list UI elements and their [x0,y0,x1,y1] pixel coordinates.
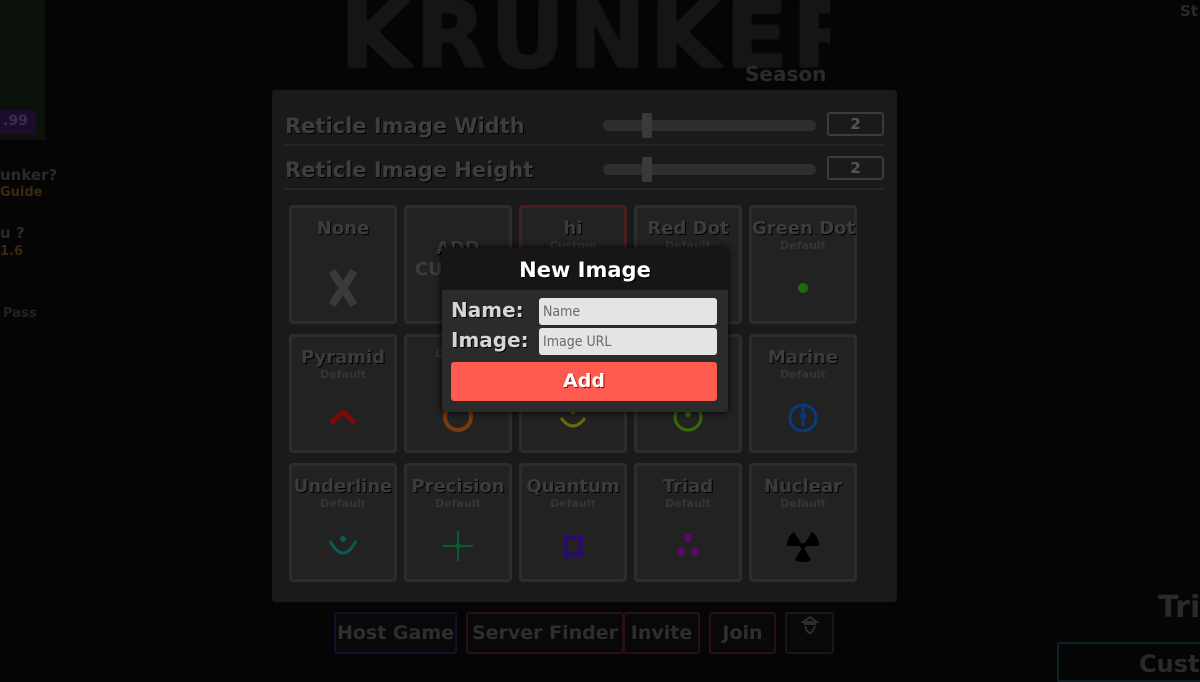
reticle-name: Triad [662,476,714,497]
season-label: Season [745,62,827,86]
x-icon [292,268,394,308]
promo-price[interactable]: .99 [0,110,36,134]
reticle-tile[interactable]: Underline Default [289,463,397,582]
reticle-name: None [316,218,370,239]
police-hat-icon[interactable] [785,612,834,654]
reticle-name: Underline [293,476,393,497]
triad-icon [637,526,739,566]
reticle-tile[interactable]: Pyramid Default [289,334,397,453]
reticle-tile[interactable]: Nuclear Default [749,463,857,582]
right-heading: Tri [1158,590,1200,625]
new-image-dialog: New Image Name: Image: Add [442,248,728,412]
dot-icon [752,268,854,308]
reticle-name: Pyramid [300,347,386,368]
reticle-type: Default [320,368,366,381]
width-setting-row: Reticle Image Width 2 [285,106,884,146]
reticle-tile[interactable]: Quantum Default [519,463,627,582]
dialog-title: New Image [442,248,728,290]
reticle-type: Default [780,239,826,252]
image-label: Image: [451,328,529,352]
underline-icon [292,526,394,566]
pass-link[interactable]: Pass [3,306,36,321]
reticle-tile[interactable]: Precision Default [404,463,512,582]
reticle-name: Green Dot [752,218,856,239]
reticle-tile[interactable]: Marine Default [749,334,857,453]
height-label: Reticle Image Height [285,158,534,182]
reticle-type: Default [550,497,596,510]
right-top-label: St [1180,2,1198,20]
reticle-name: Red Dot [647,218,729,239]
reticle-name: hi [563,218,583,239]
height-setting-row: Reticle Image Height 2 [285,150,884,190]
join-button[interactable]: Join [709,612,776,654]
reticle-type: Default [665,497,711,510]
width-label: Reticle Image Width [285,114,525,138]
reticle-tile[interactable]: None [289,205,397,324]
width-value-input[interactable]: 2 [827,112,884,136]
crosshair-icon [407,526,509,566]
image-url-input[interactable] [539,328,717,355]
add-button[interactable]: Add [451,362,717,401]
height-slider-thumb[interactable] [642,157,652,182]
server-finder-button[interactable]: Server Finder [466,612,624,654]
guide-link[interactable]: Guide [0,185,43,200]
name-input[interactable] [539,298,717,325]
radiation-icon [752,526,854,566]
height-slider[interactable] [603,157,816,182]
reticle-tile[interactable]: Triad Default [634,463,742,582]
height-value-input[interactable]: 2 [827,156,884,180]
question-1: unker? [0,166,58,184]
question-2: u ? [0,224,25,242]
reticle-name: Marine [767,347,839,368]
reticle-type: Default [320,497,366,510]
reticle-type: Default [435,497,481,510]
invite-button[interactable]: Invite [623,612,700,654]
reticle-name: Precision [411,476,505,497]
name-label: Name: [451,298,524,322]
square-icon [522,526,624,566]
chevron-up-icon [292,397,394,437]
reticle-type: Default [780,368,826,381]
width-slider[interactable] [603,113,816,138]
width-slider-thumb[interactable] [642,113,652,138]
marine-icon [752,397,854,437]
reticle-name: Quantum [526,476,620,497]
version-link[interactable]: 1.6 [0,244,23,259]
reticle-name: Nuclear [764,476,842,497]
reticle-type: Default [780,497,826,510]
host-game-button[interactable]: Host Game [334,612,457,654]
reticle-tile[interactable]: Green Dot Default [749,205,857,324]
custom-button[interactable]: Custo [1057,642,1200,682]
